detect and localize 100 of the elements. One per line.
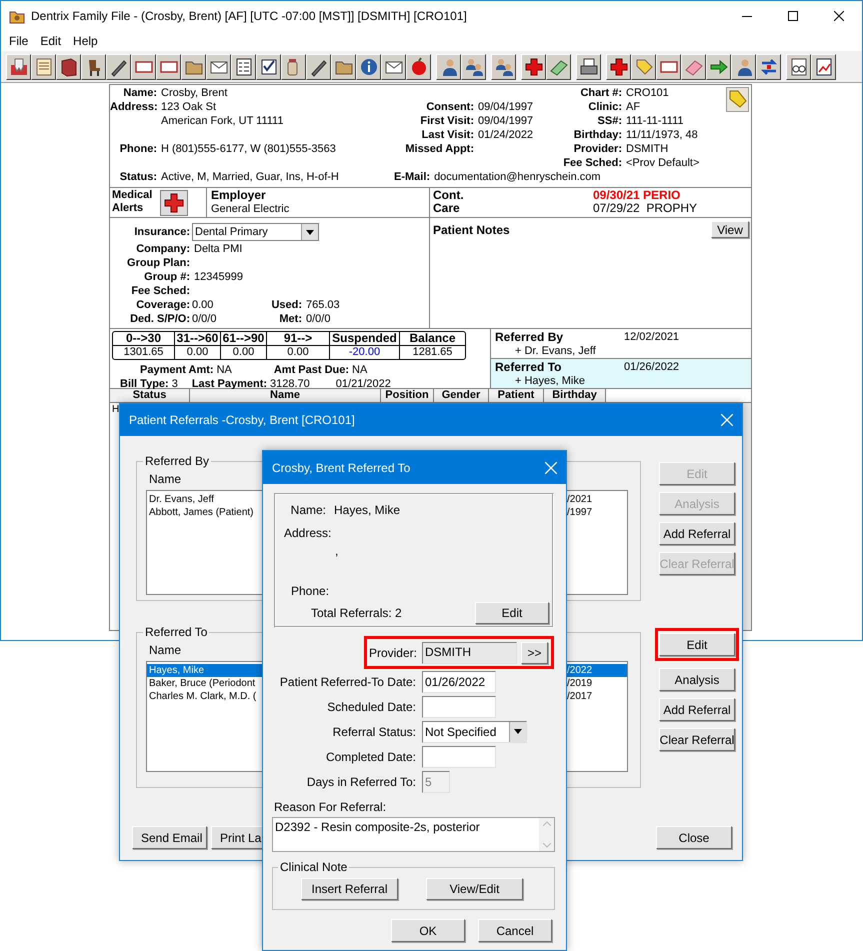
field-label: Fee Sched: <box>130 284 190 299</box>
edit-button[interactable]: Edit <box>475 602 549 624</box>
tag-icon[interactable] <box>726 87 749 112</box>
input-field[interactable] <box>422 746 496 768</box>
field-label: Company: <box>135 242 190 257</box>
toolbar-button[interactable] <box>356 54 381 80</box>
dialog-button[interactable]: Edit <box>659 633 735 656</box>
toolbar-button[interactable] <box>706 54 731 80</box>
toolbar-button[interactable] <box>786 54 811 80</box>
toolbar-button[interactable] <box>256 54 281 80</box>
referral-label: Referred To <box>495 360 562 374</box>
toolbar-button[interactable] <box>181 54 206 80</box>
toolbar-button[interactable] <box>381 54 406 80</box>
input-field[interactable]: 01/26/2022 <box>422 670 496 692</box>
field-label: Consent: <box>425 100 474 115</box>
menu-item[interactable]: File <box>3 32 34 50</box>
toolbar-button[interactable] <box>406 54 431 80</box>
field-label: Address: <box>110 100 157 115</box>
continuing-care-entry: 09/30/21 PERIO <box>593 189 682 202</box>
toolbar-button[interactable] <box>306 54 331 80</box>
menu-item[interactable]: Help <box>67 32 104 50</box>
dialog-button[interactable]: Send Email <box>132 826 207 849</box>
toolbar-button[interactable] <box>656 54 681 80</box>
close-icon[interactable] <box>721 414 733 426</box>
referral-label: Referred By <box>495 330 564 344</box>
toolbar-button[interactable] <box>331 54 356 80</box>
browse-button[interactable]: >> <box>521 642 548 664</box>
field-label: Group #: <box>143 270 190 285</box>
toolbar-button[interactable] <box>81 54 106 80</box>
dialog-button[interactable]: OK <box>391 919 465 942</box>
referral-date: 01/26/2022 <box>624 360 680 374</box>
toolbar-button[interactable] <box>131 54 156 80</box>
field-value: 111-11-1111 <box>626 114 684 129</box>
dropdown-button[interactable] <box>509 722 526 742</box>
toolbar-button[interactable] <box>756 54 781 80</box>
scroll-up-icon <box>542 821 550 826</box>
referral-status-dropdown[interactable]: Not Specified <box>422 720 527 742</box>
provider-field[interactable]: DSMITH <box>422 642 517 664</box>
medical-alerts-label: Medical Alerts <box>111 188 154 216</box>
view-button[interactable]: View <box>711 221 749 238</box>
toolbar-button[interactable] <box>206 54 231 80</box>
menu-item[interactable]: Edit <box>34 32 68 50</box>
dialog-button[interactable]: Cancel <box>478 919 552 942</box>
total-referrals-text: Total Referrals: 2 <box>311 605 402 622</box>
dialog-button[interactable]: Analysis <box>659 668 735 691</box>
toolbar-button[interactable] <box>31 54 56 80</box>
toolbar-button[interactable] <box>281 54 306 80</box>
tag-icon <box>634 56 654 76</box>
field-value: American Fork, UT 11111 <box>161 114 284 129</box>
field-value: CRO101 <box>626 86 669 101</box>
field-value: 01/24/2022 <box>478 128 534 143</box>
field-value: 12345999 <box>194 270 243 285</box>
people-icon <box>494 56 514 76</box>
employer-value: General Electric <box>211 202 290 216</box>
field-label: Bill Type: <box>120 376 169 390</box>
field-label: Used: <box>270 298 302 313</box>
toolbar-button[interactable] <box>546 54 571 80</box>
toolbar-button[interactable] <box>461 54 486 80</box>
table-column-header: Patient <box>489 389 544 402</box>
toolbar-button[interactable] <box>606 54 631 80</box>
table-column-header: Name <box>190 389 381 402</box>
aging-cell: 0.00 <box>267 346 330 359</box>
medical-cross-icon <box>163 192 185 214</box>
close-icon[interactable] <box>545 462 557 474</box>
dropdown-button[interactable] <box>301 224 318 240</box>
toolbar-button[interactable] <box>106 54 131 80</box>
dialog-button[interactable]: Insert Referral <box>301 878 398 900</box>
toolbar-button[interactable] <box>231 54 256 80</box>
medical-alerts-button[interactable] <box>160 190 188 216</box>
reason-text-area[interactable]: D2392 - Resin composite-2s, posterior <box>272 817 555 852</box>
toolbar-button[interactable] <box>56 54 81 80</box>
field-label: Last Visit: <box>420 128 474 143</box>
toolbar-button[interactable] <box>811 54 836 80</box>
input-field[interactable] <box>422 696 496 718</box>
insurance-label: Insurance: <box>133 224 190 240</box>
list-cell: /2022 <box>567 664 592 677</box>
insurance-dropdown[interactable]: Dental Primary <box>192 223 319 241</box>
referral-summary[interactable]: Referred To 01/26/2022 + Hayes, Mike <box>491 358 751 388</box>
dialog-button[interactable]: Clear Referral <box>659 728 735 751</box>
toolbar-button[interactable] <box>521 54 546 80</box>
field-value: 0.00 <box>192 298 214 313</box>
patient-notes-label: Patient Notes <box>433 222 510 239</box>
toolbar-button[interactable] <box>491 54 516 80</box>
close-button[interactable]: Close <box>656 826 732 849</box>
dialog-button[interactable]: Add Referral <box>659 698 735 721</box>
medical-cross-icon <box>608 56 628 76</box>
table-column-header: Gender <box>434 389 489 402</box>
toolbar-button[interactable] <box>681 54 706 80</box>
dialog-button[interactable]: View/Edit <box>426 878 523 900</box>
scrollbar[interactable] <box>539 818 554 851</box>
toolbar-button[interactable] <box>631 54 656 80</box>
toolbar-button[interactable] <box>576 54 601 80</box>
toolbar-button[interactable] <box>6 54 31 80</box>
toolbar-button[interactable] <box>156 54 181 80</box>
medical-cross-icon <box>524 56 544 76</box>
toolbar-button[interactable] <box>436 54 461 80</box>
field-label: Patient Referred-To Date: <box>278 674 416 690</box>
toolbar-button[interactable] <box>731 54 756 80</box>
dialog-title: Patient Referrals -Crosby, Brent [CRO101] <box>129 412 355 429</box>
dialog-button[interactable]: Add Referral <box>659 522 735 545</box>
